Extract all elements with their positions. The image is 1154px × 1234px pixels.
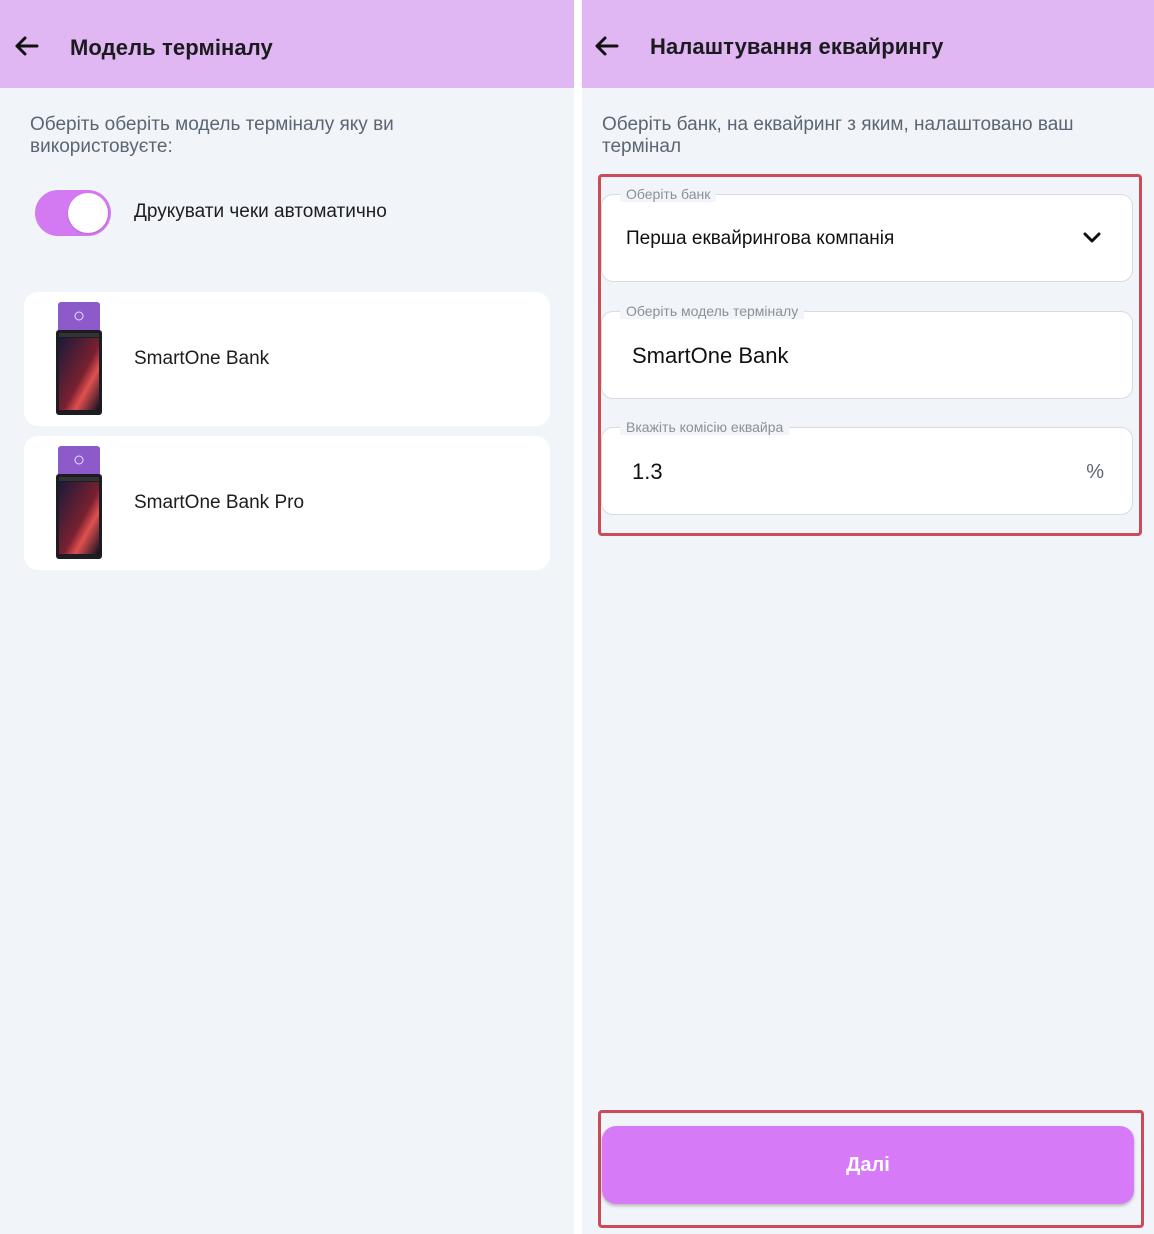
app-bar: Налаштування еквайрингу bbox=[582, 0, 1154, 88]
toggle-knob bbox=[68, 193, 108, 233]
terminal-device-image bbox=[56, 302, 102, 415]
field-label: Вкажіть комісію еквайра bbox=[620, 419, 790, 435]
next-button[interactable]: Далі bbox=[602, 1126, 1134, 1204]
commission-input[interactable]: Вкажіть комісію еквайра 1.3 % bbox=[601, 419, 1133, 515]
terminal-name: SmartOne Bank Pro bbox=[134, 492, 305, 513]
acquiring-settings-screen: Налаштування еквайрингу Оберіть банк, на… bbox=[582, 0, 1154, 1234]
page-title: Модель терміналу bbox=[70, 35, 273, 60]
terminal-option-smartone-bank[interactable]: SmartOne Bank bbox=[24, 292, 550, 426]
app-bar: Модель терміналу bbox=[0, 0, 574, 88]
terminal-device-image bbox=[56, 446, 102, 559]
field-label: Оберіть банк bbox=[620, 186, 717, 202]
field-label: Оберіть модель терміналу bbox=[620, 303, 805, 319]
instruction-text: Оберіть банк, на еквайринг з яким, налаш… bbox=[602, 114, 1074, 157]
instruction-text: Оберіть оберіть модель терміналу яку ви … bbox=[30, 114, 394, 157]
commission-value: 1.3 bbox=[632, 459, 663, 484]
terminal-option-smartone-bank-pro[interactable]: SmartOne Bank Pro bbox=[24, 436, 550, 570]
percent-suffix: % bbox=[1086, 461, 1104, 483]
arrow-back-icon[interactable] bbox=[10, 30, 42, 62]
terminal-model-screen: Модель терміналу Оберіть оберіть модель … bbox=[0, 0, 574, 1234]
bank-select[interactable]: Оберіть банк Перша еквайрингова компанія bbox=[601, 186, 1133, 282]
terminal-model-value: SmartOne Bank bbox=[632, 343, 789, 368]
chevron-down-icon bbox=[1083, 232, 1101, 243]
auto-print-toggle[interactable] bbox=[35, 190, 111, 236]
terminal-model-field[interactable]: Оберіть модель терміналу SmartOne Bank bbox=[601, 303, 1133, 399]
page-title: Налаштування еквайрингу bbox=[650, 34, 944, 59]
auto-print-label: Друкувати чеки автоматично bbox=[134, 201, 387, 222]
selected-bank: Перша еквайрингова компанія bbox=[626, 228, 895, 249]
arrow-back-icon[interactable] bbox=[590, 30, 622, 62]
terminal-name: SmartOne Bank bbox=[134, 348, 270, 369]
